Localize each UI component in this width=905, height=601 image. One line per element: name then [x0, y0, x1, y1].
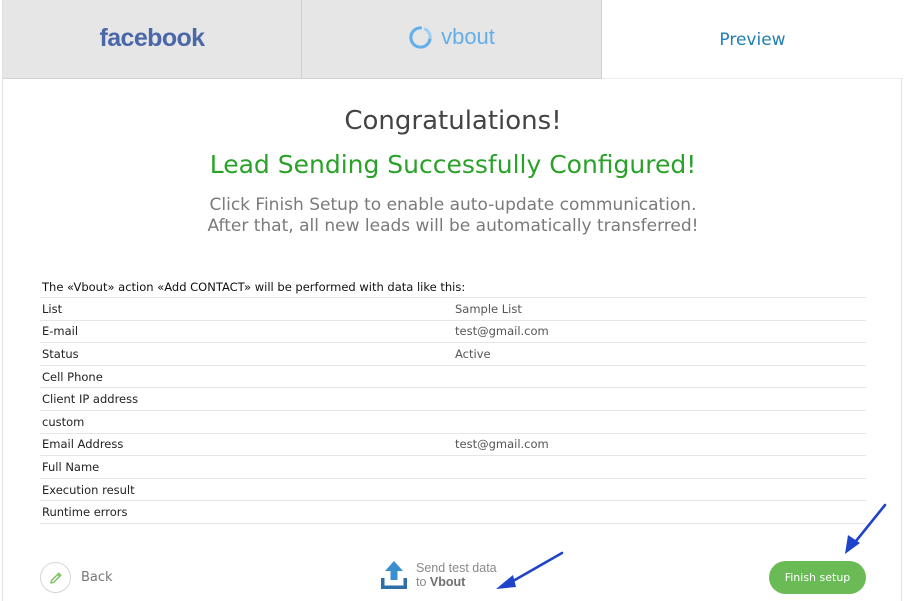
upload-icon	[381, 561, 407, 589]
tab-preview[interactable]: Preview	[602, 0, 903, 79]
field-name: E-mail	[42, 324, 79, 339]
table-row: Status Active	[40, 343, 866, 366]
field-name: Full Name	[42, 459, 100, 474]
field-name: Runtime errors	[42, 505, 128, 520]
back-button[interactable]: Back	[40, 562, 113, 593]
annotation-arrow-icon	[496, 551, 564, 589]
table-row: Runtime errors	[40, 501, 866, 524]
send-test-data-button[interactable]: Send test data to Vbout	[378, 559, 497, 591]
field-value: Sample List	[455, 301, 522, 316]
field-name: Client IP address	[42, 392, 139, 407]
field-name: Status	[42, 346, 79, 361]
tab-vbout[interactable]: vbout	[302, 0, 602, 79]
field-name: custom	[42, 414, 85, 429]
back-label: Back	[81, 570, 113, 585]
pencil-icon	[49, 572, 61, 584]
step-tabs: facebook vbout Preview	[3, 0, 903, 79]
send-test-target: Vbout	[429, 575, 466, 589]
table-caption: The «Vbout» action «Add CONTACT» will be…	[40, 277, 866, 298]
field-value: test@gmail.com	[455, 324, 549, 339]
ring-icon	[409, 25, 432, 49]
wizard-frame: facebook vbout Preview Congratulations! …	[2, 0, 903, 601]
table-row: E-mail test@gmail.com	[40, 321, 866, 344]
vbout-logo: vbout	[408, 24, 495, 50]
back-icon-circle[interactable]	[40, 562, 71, 593]
send-test-line-2: to Vbout	[416, 575, 497, 589]
tab-facebook[interactable]: facebook	[3, 0, 302, 79]
tab-preview-label: Preview	[719, 29, 786, 50]
table-row: custom	[40, 411, 866, 434]
table-row: Execution result	[40, 479, 866, 502]
send-test-prefix: to	[416, 575, 427, 589]
congrats-heading: Congratulations!	[344, 106, 562, 136]
instruction-line-2: After that, all new leads will be automa…	[207, 216, 699, 236]
field-name: Email Address	[42, 437, 124, 452]
field-value: Active	[455, 346, 491, 361]
table-row: Client IP address	[40, 388, 866, 411]
instruction-line-1: Click Finish Setup to enable auto-update…	[209, 195, 697, 215]
table-row: List Sample List	[40, 298, 866, 321]
send-test-label: Send test data to Vbout	[416, 561, 497, 589]
finish-setup-button[interactable]: Finish setup	[769, 561, 866, 594]
send-test-line-1: Send test data	[416, 561, 497, 575]
field-name: Cell Phone	[42, 369, 103, 384]
instruction-text: Click Finish Setup to enable auto-update…	[3, 195, 903, 237]
field-name: Execution result	[42, 482, 135, 497]
annotation-arrow-icon	[845, 503, 887, 554]
table-row: Email Address test@gmail.com	[40, 434, 866, 457]
facebook-logo: facebook	[99, 23, 206, 52]
sample-data-table: The «Vbout» action «Add CONTACT» will be…	[40, 277, 866, 524]
field-value: test@gmail.com	[455, 437, 549, 452]
table-row: Cell Phone	[40, 366, 866, 389]
table-row: Full Name	[40, 456, 866, 479]
vbout-logo-text: vbout	[441, 24, 495, 49]
field-name: List	[42, 301, 63, 316]
success-message: Lead Sending Successfully Configured!	[209, 150, 697, 179]
